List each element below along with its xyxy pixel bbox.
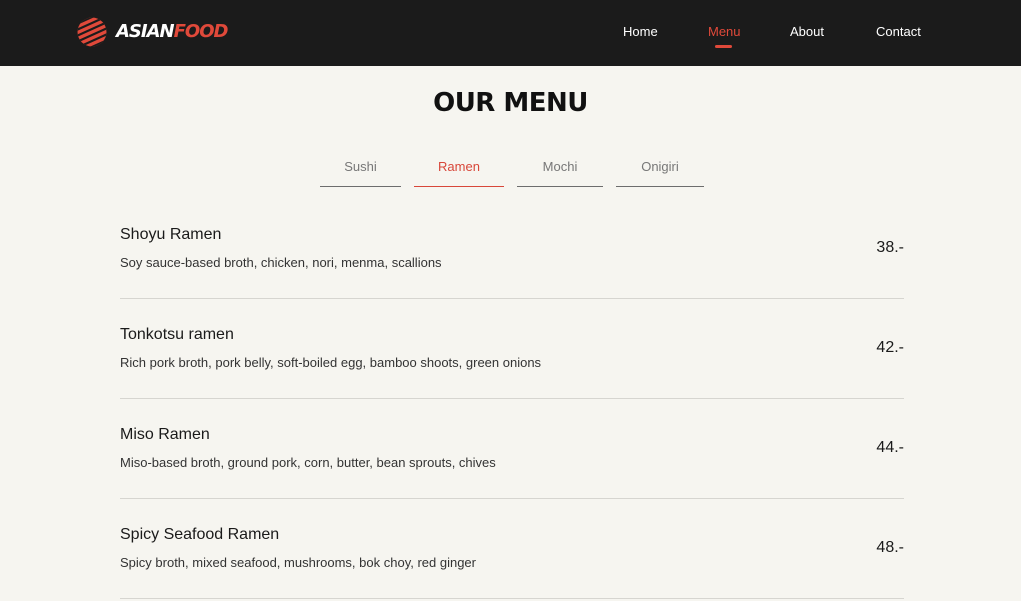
menu-item-price: 44.- bbox=[876, 439, 904, 456]
menu-item-description: Miso-based broth, ground pork, corn, but… bbox=[120, 455, 496, 470]
menu-item-name: Spicy Seafood Ramen bbox=[120, 526, 280, 543]
menu-item-name: Tonkotsu ramen bbox=[120, 326, 234, 343]
menu-item-price: 42.- bbox=[876, 339, 904, 356]
nav-link-home[interactable]: Home bbox=[623, 24, 658, 40]
tab-mochi[interactable]: Mochi bbox=[517, 158, 603, 187]
nav-link-about[interactable]: About bbox=[790, 24, 824, 40]
tab-onigiri[interactable]: Onigiri bbox=[616, 158, 704, 187]
menu-item-description: Spicy broth, mixed seafood, mushrooms, b… bbox=[120, 555, 476, 570]
menu-item-price: 38.- bbox=[876, 239, 904, 256]
striped-circle-icon bbox=[77, 17, 107, 47]
menu-item-name: Shoyu Ramen bbox=[120, 226, 222, 243]
tab-ramen[interactable]: Ramen bbox=[414, 158, 504, 187]
logo-link[interactable]: ASIANFOOD bbox=[77, 17, 229, 47]
menu-item: Miso Ramen Miso-based broth, ground pork… bbox=[120, 399, 904, 499]
nav-link-contact[interactable]: Contact bbox=[876, 24, 921, 40]
logo-text-food: FOOD bbox=[173, 21, 229, 42]
menu-item: Tonkotsu ramen Rich pork broth, pork bel… bbox=[120, 299, 904, 399]
menu-item-price: 48.- bbox=[876, 539, 904, 556]
tab-sushi[interactable]: Sushi bbox=[320, 158, 401, 187]
logo-wordmark: ASIANFOOD bbox=[116, 17, 229, 47]
menu-item-description: Rich pork broth, pork belly, soft-boiled… bbox=[120, 355, 542, 370]
nav-link-menu[interactable]: Menu bbox=[708, 24, 741, 40]
menu-item: Spicy Seafood Ramen Spicy broth, mixed s… bbox=[120, 499, 904, 599]
page-title: OUR MENU bbox=[433, 88, 588, 118]
menu-item: Shoyu Ramen Soy sauce-based broth, chick… bbox=[120, 199, 904, 299]
menu-item-name: Miso Ramen bbox=[120, 426, 210, 443]
nav-active-indicator bbox=[715, 45, 732, 48]
logo-text-asian: ASIAN bbox=[116, 21, 175, 42]
top-navbar: ASIANFOOD Home Menu About Contact bbox=[0, 0, 1021, 66]
menu-item-description: Soy sauce-based broth, chicken, nori, me… bbox=[120, 255, 442, 270]
